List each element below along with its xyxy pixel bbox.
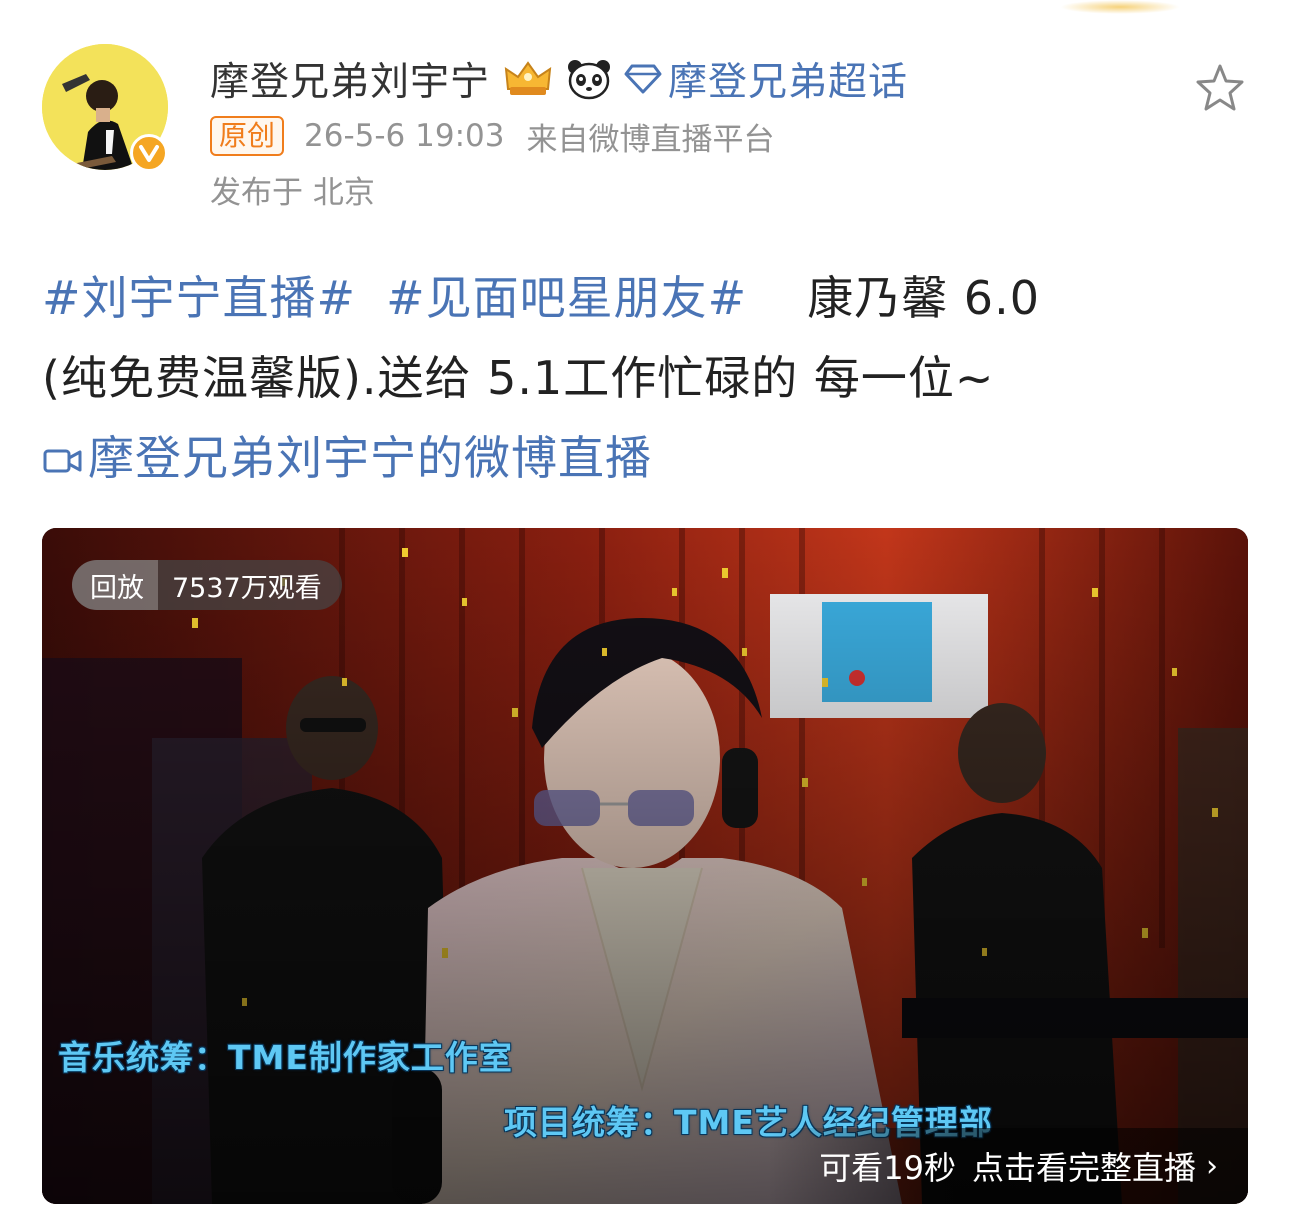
- top-decoration: [1060, 0, 1180, 14]
- meta-row: 原创 26-5-6 19:03 来自微博直播平台: [210, 114, 774, 159]
- crown-badge-icon[interactable]: [502, 59, 554, 99]
- username[interactable]: 摩登兄弟刘宇宁: [210, 51, 490, 107]
- star-icon[interactable]: [1194, 62, 1246, 114]
- replay-label: 回放: [72, 560, 158, 610]
- video-camera-icon: [42, 422, 84, 502]
- view-count: 7537万观看: [172, 572, 322, 604]
- chevron-right-icon: ›: [1206, 1148, 1218, 1184]
- post-body: #刘宇宁直播# #见面吧星朋友# 康乃馨 6.0 (纯免费温馨版).送给 5.1工作…: [42, 258, 1242, 502]
- caption-music: 音乐统筹：TME制作家工作室: [58, 1038, 513, 1077]
- post-time: 26-5-6 19:03: [304, 118, 505, 154]
- live-replay-video[interactable]: 回放 7537万观看 音乐统筹：TME制作家工作室 项目统筹：TME艺人经纪管理…: [42, 528, 1248, 1204]
- author-row: 摩登兄弟刘宇宁 摩登兄弟超话: [210, 52, 908, 106]
- hashtag-link[interactable]: #刘宇宁直播#: [42, 271, 356, 325]
- post-location: 发布于 北京: [210, 175, 375, 211]
- panda-badge-icon[interactable]: [566, 58, 612, 100]
- live-stream-link[interactable]: 摩登兄弟刘宇宁的微博直播: [42, 431, 652, 485]
- preview-seconds: 可看19秒: [819, 1149, 956, 1187]
- original-tag: 原创: [210, 116, 285, 156]
- post-text-line2: (纯免费温馨版).送给 5.1工作忙碌的 每一位~: [42, 351, 995, 405]
- watch-full-live-button[interactable]: 可看19秒 点击看完整直播 ›: [768, 1128, 1248, 1204]
- post-text-line1: 康乃馨 6.0: [807, 271, 1040, 325]
- watch-full-label: 点击看完整直播: [971, 1149, 1196, 1187]
- post-source[interactable]: 来自微博直播平台: [526, 114, 774, 159]
- verified-v-icon: [130, 134, 168, 172]
- live-link-label: 摩登兄弟刘宇宁的微博直播: [88, 431, 652, 485]
- hashtag-link[interactable]: #见面吧星朋友#: [386, 271, 747, 325]
- diamond-icon[interactable]: [624, 62, 662, 96]
- super-topic-link[interactable]: 摩登兄弟超话: [668, 51, 908, 107]
- replay-views-pill: 回放 7537万观看: [72, 560, 342, 610]
